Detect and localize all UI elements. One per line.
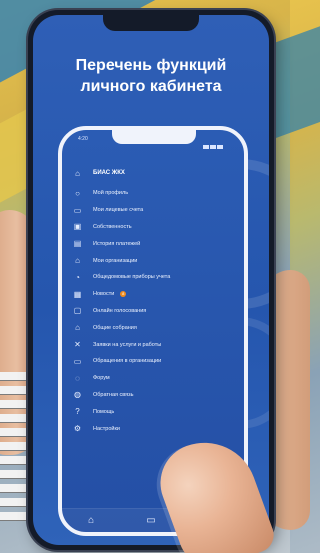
menu-item-meetings[interactable]: ⌂ Общие собрания [73, 319, 241, 336]
menu-item-label: Настройки [93, 425, 120, 432]
menu-item-accounts[interactable]: ▭ Мои лицевые счета [73, 202, 241, 219]
screen-title: Перечень функций личного кабинета [33, 55, 269, 97]
menu-item-label: Собственность [93, 223, 132, 230]
inner-phone-notch [112, 130, 196, 144]
menu-item-label: История платежей [93, 240, 141, 247]
menu-item-settings[interactable]: ⚙ Настройки [73, 420, 241, 437]
menu-item-payment-history[interactable]: ▤ История платежей [73, 235, 241, 252]
status-time: 4:20 [78, 136, 88, 142]
feedback-icon: ◍ [74, 390, 81, 400]
menu-item-label: Мои организации [93, 257, 138, 264]
menu-item-label: Обращения в организации [93, 358, 162, 365]
menu-item-label: Мой профиль [93, 190, 129, 197]
menu-item-requests[interactable]: ✕ Заявки на услуги и работы [73, 336, 241, 353]
card-icon[interactable]: ▭ [146, 515, 155, 526]
menu-item-feedback[interactable]: ◍ Обратная связь [73, 387, 241, 404]
menu-item-forum[interactable]: ◌ Форум [73, 370, 241, 387]
menu-item-label: Мои лицевые счета [93, 207, 144, 214]
app-header: ⌂ БИАС ЖКХ [73, 165, 241, 181]
menu-item-help[interactable]: ? Помощь [73, 403, 241, 420]
forum-icon: ◌ [75, 373, 80, 383]
title-line-1: Перечень функций [75, 57, 227, 74]
menu-item-organizations[interactable]: ⌂ Мои организации [73, 252, 241, 269]
menu-item-profile[interactable]: ○ Мой профиль [73, 185, 241, 202]
app-menu: ⌂ БИАС ЖКХ ○ Мой профиль ▭ Мои лицевые с… [73, 165, 241, 437]
accounts-icon: ▭ [73, 205, 82, 215]
payment-history-icon: ▤ [73, 239, 82, 249]
title-line-2: личного кабинета [80, 78, 222, 95]
settings-icon: ⚙ [73, 424, 82, 434]
home-icon[interactable]: ⌂ [88, 515, 94, 526]
voting-icon: ▢ [73, 306, 82, 316]
menu-item-label: Новости [93, 291, 115, 298]
menu-item-label: Заявки на услуги и работы [93, 341, 162, 348]
menu-item-news[interactable]: ▦ Новости 8 [73, 286, 241, 303]
app-logo-icon: ⌂ [75, 168, 80, 178]
menu-item-label: Обратная связь [93, 391, 134, 398]
status-icons [202, 136, 226, 149]
appeals-icon: ▭ [73, 356, 82, 366]
menu-item-label: Общие собрания [93, 324, 137, 331]
phone-notch [103, 15, 199, 31]
menu-item-label: Общедомовые приборы учета [93, 274, 171, 281]
property-icon: ▣ [73, 222, 82, 232]
menu-item-label: Помощь [93, 408, 115, 415]
news-badge: 8 [120, 291, 127, 298]
meter-icon: ◔ [75, 272, 80, 282]
news-icon: ▦ [73, 289, 82, 299]
menu-item-label: Форум [93, 375, 110, 382]
organizations-icon: ⌂ [75, 256, 80, 266]
app-name: БИАС ЖКХ [93, 170, 125, 176]
menu-item-appeals[interactable]: ▭ Обращения в организации [73, 353, 241, 370]
menu-item-voting[interactable]: ▢ Онлайн голосования [73, 303, 241, 320]
menu-item-property[interactable]: ▣ Собственность [73, 219, 241, 236]
menu-item-label: Онлайн голосования [93, 307, 147, 314]
menu-item-meters[interactable]: ◔ Общедомовые приборы учета [73, 269, 241, 286]
requests-icon: ✕ [74, 340, 81, 350]
user-icon: ○ [75, 188, 80, 198]
meetings-icon: ⌂ [75, 323, 80, 333]
help-icon: ? [75, 407, 80, 417]
